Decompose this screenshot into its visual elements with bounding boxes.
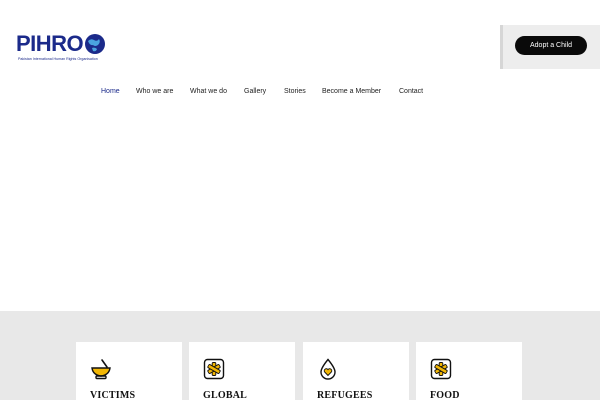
nav-item-stories[interactable]: Stories	[284, 86, 306, 98]
card-title: GLOBAL	[203, 390, 247, 400]
card-refugees[interactable]: REFUGEES	[303, 342, 409, 400]
nav-item-become-member[interactable]: Become a Member	[322, 86, 381, 98]
card-title: FOOD	[430, 390, 460, 400]
card-title: VICTIMS	[90, 390, 136, 400]
adopt-child-button[interactable]: Adopt a Child	[515, 36, 587, 55]
card-title: REFUGEES	[317, 390, 373, 400]
medical-star-icon	[203, 358, 225, 380]
drop-heart-icon	[320, 358, 336, 380]
mortar-pestle-icon	[91, 359, 111, 380]
nav-item-contact[interactable]: Contact	[399, 86, 423, 98]
card-food[interactable]: FOOD	[416, 342, 522, 400]
card-victims[interactable]: VICTIMS	[76, 342, 182, 400]
nav-item-gallery[interactable]: Gallery	[244, 86, 266, 98]
logo-mark: PIHRO	[16, 31, 84, 56]
logo-text: PIHRO	[16, 31, 84, 56]
site-logo[interactable]: PIHRO Pakistan International Human Right…	[16, 32, 106, 64]
nav-item-home[interactable]: Home	[101, 86, 120, 98]
nav-item-what-we-do[interactable]: What we do	[190, 86, 227, 98]
medical-star-icon	[430, 358, 452, 380]
card-global[interactable]: GLOBAL	[189, 342, 295, 400]
main-nav: Home Who we are What we do Gallery Stori…	[0, 86, 600, 98]
logo-tagline: Pakistan International Human Rights Orga…	[18, 57, 98, 61]
globe-icon	[85, 34, 105, 54]
nav-item-who-we-are[interactable]: Who we are	[136, 86, 173, 98]
